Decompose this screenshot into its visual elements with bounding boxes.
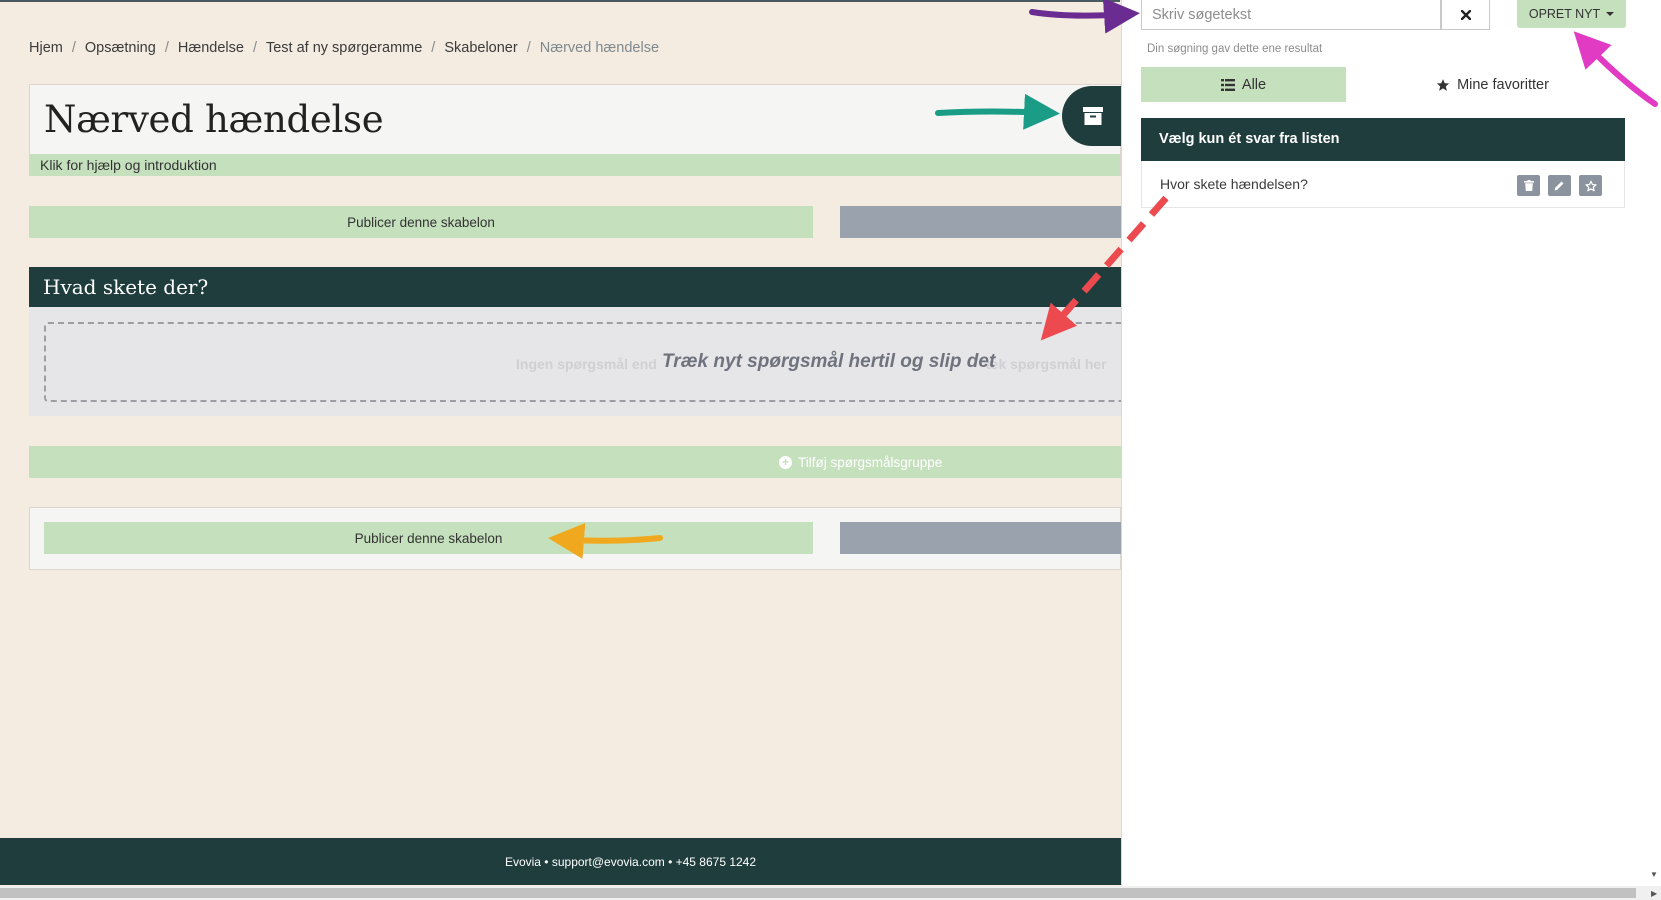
create-new-label: OPRET NYT: [1528, 7, 1601, 21]
close-icon: [1460, 9, 1471, 20]
purple-arrow: [1029, 0, 1140, 34]
footer-contact: Evovia • support@evovia.com • +45 8675 1…: [504, 854, 757, 869]
archive-box-icon: [1083, 107, 1103, 125]
question-list-item[interactable]: Hvor skete hændelsen?: [1141, 161, 1625, 208]
edit-button[interactable]: [1548, 175, 1571, 196]
secondary-button-top[interactable]: [840, 206, 1121, 238]
list-icon: [1220, 78, 1235, 91]
breadcrumb-separator: /: [526, 40, 531, 56]
plus-circle-icon: +: [779, 455, 792, 469]
trash-icon: [1523, 180, 1534, 191]
scroll-right-arrow[interactable]: ▶: [1651, 889, 1657, 898]
clear-search-button[interactable]: [1441, 0, 1490, 30]
breadcrumb-home[interactable]: Hjem: [29, 40, 63, 56]
dropzone-ghost-text: æk spørgsmål her: [986, 356, 1107, 372]
breadcrumb-setup[interactable]: Opsætning: [85, 40, 156, 56]
publish-template-button-bottom[interactable]: Publicer denne skabelon: [44, 522, 813, 554]
star-icon: [1436, 78, 1450, 91]
dropzone-text: Træk nyt spørgsmål hertil og slip det: [662, 351, 996, 372]
horizontal-scrollbar[interactable]: ▶: [0, 886, 1661, 900]
question-dropzone[interactable]: Ingen spørgsmål end æk spørgsmål her Træ…: [44, 322, 1121, 402]
tab-all-label: Alle: [1241, 76, 1267, 93]
add-question-group-label: Tilføj spørgsmålsgruppe: [798, 454, 943, 470]
question-list-header: Vælg kun ét svar fra listen: [1141, 118, 1625, 161]
title-card: Nærved hændelse Klik for hjælp og introd…: [29, 84, 1121, 176]
breadcrumb-separator: /: [252, 40, 257, 56]
caret-down-icon: [1606, 12, 1615, 16]
breadcrumb-templates[interactable]: Skabeloner: [444, 40, 517, 56]
pencil-icon: [1554, 181, 1564, 191]
help-link[interactable]: Klik for hjælp og introduktion: [30, 154, 1120, 176]
tab-all[interactable]: Alle: [1141, 67, 1346, 102]
dropzone-ghost-text: Ingen spørgsmål end: [516, 356, 657, 372]
breadcrumb-question-frame[interactable]: Test af ny spørgeramme: [266, 40, 422, 56]
scroll-down-arrow[interactable]: ▼: [1650, 870, 1658, 879]
question-group-title: Hvad skete der?: [29, 267, 1121, 307]
search-input[interactable]: [1141, 0, 1441, 30]
favorite-button[interactable]: [1579, 175, 1602, 196]
create-new-dropdown[interactable]: OPRET NYT: [1517, 0, 1626, 28]
tab-favorites[interactable]: Mine favoritter: [1390, 67, 1595, 102]
breadcrumb: Hjem / Opsætning / Hændelse / Test af ny sp…: [29, 40, 659, 56]
breadcrumb-current: Nærved hændelse: [539, 40, 660, 56]
top-border: [0, 0, 1120, 2]
star-outline-icon: [1584, 180, 1597, 191]
tab-favorites-label: Mine favoritter: [1457, 76, 1549, 93]
breadcrumb-separator: /: [164, 40, 169, 56]
archive-button[interactable]: [1062, 86, 1124, 146]
breadcrumb-event[interactable]: Hændelse: [178, 40, 244, 56]
footer: Evovia • support@evovia.com • +45 8675 1…: [0, 838, 1121, 885]
question-label: Hvor skete hændelsen?: [1160, 176, 1308, 192]
search-result-count: Din søgning gav dette ene resultat: [1147, 43, 1323, 55]
breadcrumb-separator: /: [71, 40, 76, 56]
page-title: Nærved hændelse: [44, 98, 384, 141]
delete-button[interactable]: [1517, 175, 1540, 196]
scrollbar-thumb[interactable]: [0, 888, 1636, 898]
add-question-group-button[interactable]: + Tilføj spørgsmålsgruppe: [29, 446, 1121, 478]
publish-template-button-top[interactable]: Publicer denne skabelon: [29, 206, 813, 238]
secondary-button-bottom[interactable]: [840, 522, 1121, 554]
breadcrumb-separator: /: [431, 40, 436, 56]
